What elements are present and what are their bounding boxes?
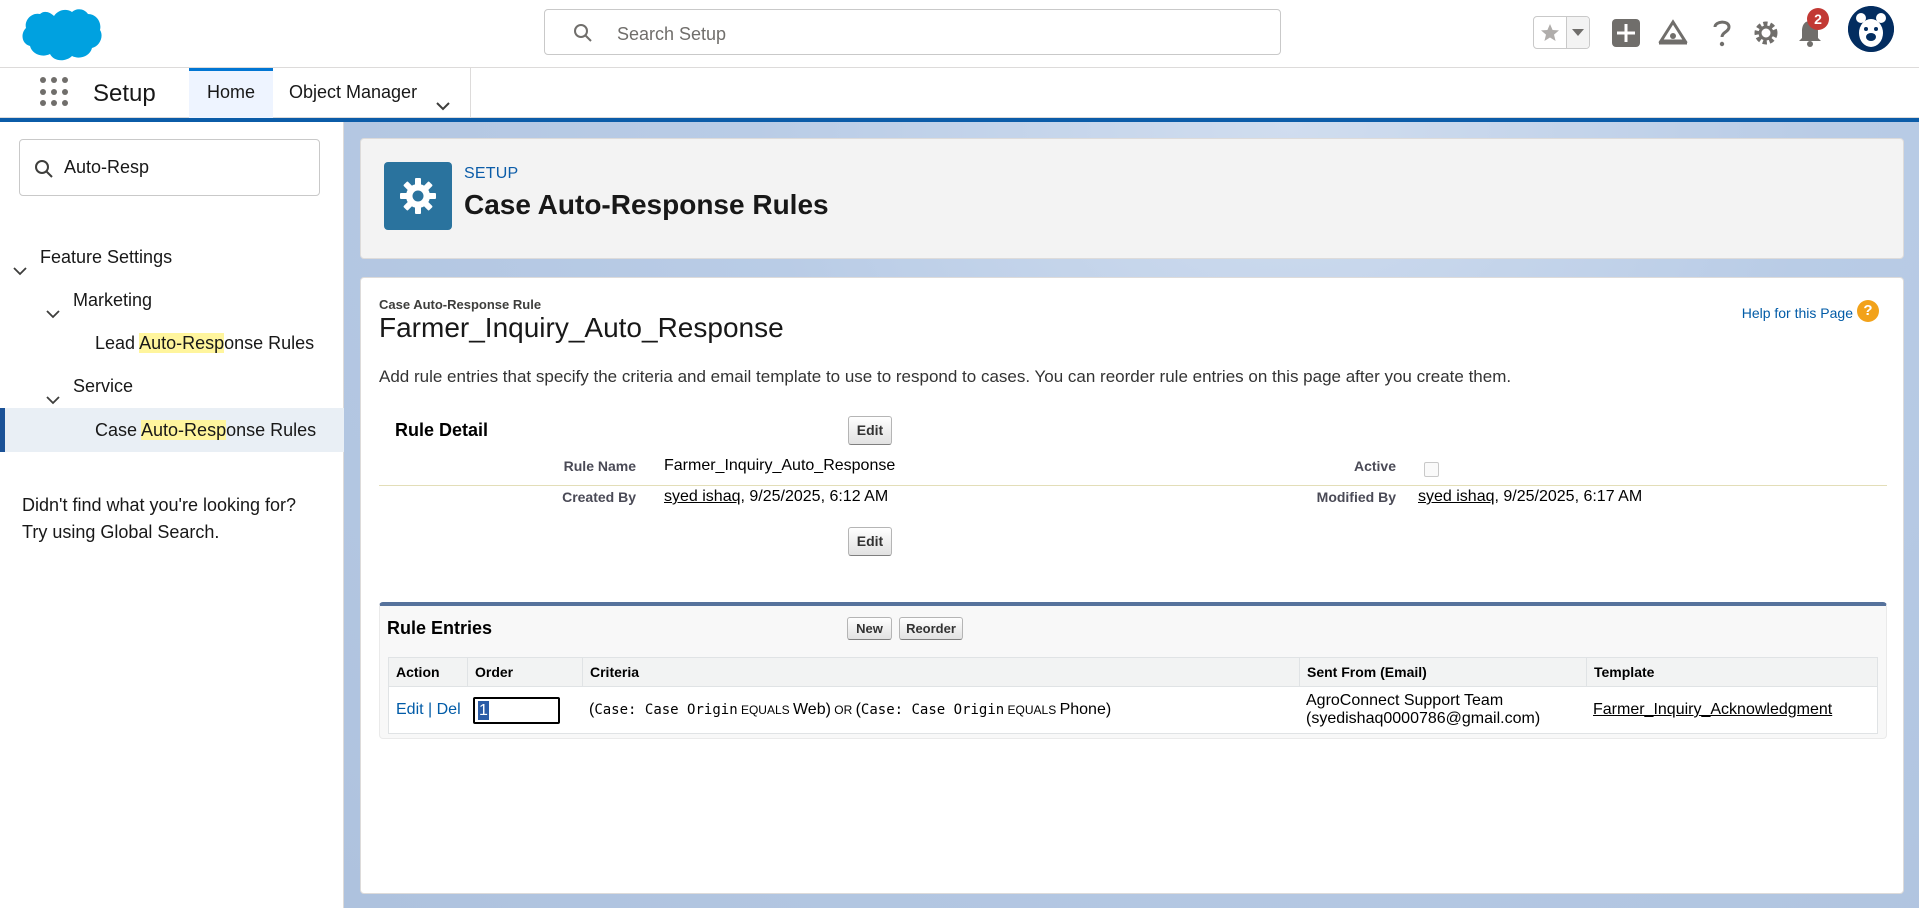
page-kicker[interactable]: SETUP — [464, 165, 518, 183]
created-by-label: Created By — [562, 489, 636, 505]
modified-by-value: syed ishaq, 9/25/2025, 6:17 AM — [1418, 488, 1643, 505]
column-header-order: Order — [467, 658, 582, 687]
active-checkbox — [1424, 462, 1439, 477]
created-by-value: syed ishaq, 9/25/2025, 6:12 AM — [664, 488, 889, 505]
tree-item-feature-settings[interactable]: Feature Settings — [0, 237, 344, 277]
quick-find-input[interactable]: Auto-Resp — [19, 139, 320, 196]
delete-entry-link[interactable]: Del — [437, 701, 461, 718]
field-divider — [379, 485, 1887, 486]
setup-gear-icon[interactable] — [1750, 17, 1782, 49]
rule-name-label: Rule Name — [563, 458, 636, 474]
help-for-this-page-link[interactable]: Help for this Page — [1742, 305, 1853, 321]
tree-item-label: Marketing — [73, 290, 153, 310]
row-actions: Edit | Del — [396, 701, 461, 718]
app-name: Setup — [93, 80, 156, 107]
criteria-cell: (Case: Case Origin EQUALS Web) OR (Case:… — [589, 701, 1112, 718]
column-header-action: Action — [396, 664, 440, 680]
reorder-button[interactable]: Reorder — [899, 617, 963, 640]
tree-item-marketing[interactable]: Marketing — [0, 280, 344, 320]
tree-item-lead-auto-response-rules[interactable]: Lead Auto-Response Rules — [0, 323, 344, 363]
modified-by-label: Modified By — [1316, 489, 1396, 505]
setup-gear-icon — [384, 162, 452, 230]
setup-sidebar: Auto-Resp Feature Settings Marketing Lea… — [0, 122, 344, 908]
page-title: Case Auto-Response Rules — [464, 189, 829, 220]
created-by-user-link[interactable]: syed ishaq — [664, 488, 741, 505]
favorites-dropdown-icon[interactable] — [1567, 17, 1589, 48]
column-header-sent-from: Sent From (Email) — [1299, 658, 1586, 687]
global-header: Search Setup 2 — [0, 0, 1919, 68]
tree-item-service[interactable]: Service — [0, 366, 344, 406]
new-rule-entry-button[interactable]: New — [847, 617, 892, 640]
tree-item-label: Case Auto-Response Rules — [95, 420, 317, 440]
tab-home[interactable]: Home — [189, 68, 273, 118]
global-search-hint: Didn't find what you're looking for? Try… — [22, 495, 297, 542]
search-icon — [573, 23, 593, 43]
table-header-row: Action Order Criteria Sent From (Email) … — [389, 658, 1877, 687]
help-icon[interactable] — [1706, 17, 1738, 49]
sent-from-cell: AgroConnect Support Team (syedishaq00007… — [1306, 692, 1541, 727]
trailhead-icon[interactable] — [1657, 17, 1689, 49]
user-avatar[interactable] — [1848, 6, 1894, 52]
order-value: 1 — [478, 701, 489, 720]
search-icon — [34, 159, 54, 179]
edit-button-top[interactable]: Edit — [848, 416, 892, 445]
tree-item-label: Feature Settings — [40, 247, 173, 267]
rule-description: Add rule entries that specify the criter… — [379, 367, 1512, 386]
favorite-star-icon[interactable] — [1534, 17, 1567, 48]
edit-entry-link[interactable]: Edit — [396, 701, 424, 718]
rule-kicker: Case Auto-Response Rule — [379, 297, 542, 312]
modified-by-user-link[interactable]: syed ishaq — [1418, 488, 1495, 505]
column-header-template: Template — [1586, 658, 1878, 687]
tab-object-manager-label: Object Manager — [289, 82, 418, 102]
rule-name-value: Farmer_Inquiry_Auto_Response — [664, 457, 896, 474]
tree-item-label: Lead Auto-Response Rules — [95, 333, 315, 353]
tab-object-manager[interactable]: Object Manager — [273, 68, 471, 118]
search-placeholder: Search Setup — [617, 24, 727, 44]
column-header-criteria: Criteria — [582, 658, 1299, 687]
template-link[interactable]: Farmer_Inquiry_Acknowledgment — [1593, 701, 1832, 718]
global-actions-plus-icon[interactable] — [1610, 17, 1642, 49]
tree-item-label: Service — [73, 376, 134, 396]
tree-item-case-auto-response-rules[interactable]: Case Auto-Response Rules — [0, 408, 344, 452]
page-header: SETUP Case Auto-Response Rules — [360, 138, 1904, 259]
rule-entries-section: Rule Entries New Reorder Action Order Cr… — [379, 602, 1887, 739]
help-question-icon[interactable]: ? — [1857, 300, 1879, 322]
app-launcher-icon[interactable] — [40, 77, 70, 107]
notification-count-badge: 2 — [1807, 8, 1829, 30]
global-search-input[interactable]: Search Setup — [544, 9, 1281, 55]
template-cell: Farmer_Inquiry_Acknowledgment — [1593, 687, 1832, 733]
table-row: Edit | Del 1 (Case: Case Origin EQUALS W… — [389, 687, 1877, 733]
app-navigation-bar: Setup Home Object Manager — [0, 68, 1919, 118]
rule-entries-table: Action Order Criteria Sent From (Email) … — [388, 657, 1878, 734]
favorites-group — [1533, 16, 1590, 49]
quick-find-value: Auto-Resp — [64, 157, 150, 177]
rule-detail-card: Case Auto-Response Rule Farmer_Inquiry_A… — [360, 277, 1904, 894]
edit-button-bottom[interactable]: Edit — [848, 527, 892, 556]
salesforce-logo[interactable] — [20, 6, 102, 62]
rule-title: Farmer_Inquiry_Auto_Response — [379, 312, 784, 343]
order-input[interactable]: 1 — [473, 697, 560, 724]
rule-detail-heading: Rule Detail — [395, 420, 489, 440]
rule-entries-heading: Rule Entries — [387, 618, 493, 638]
active-label: Active — [1353, 458, 1396, 474]
